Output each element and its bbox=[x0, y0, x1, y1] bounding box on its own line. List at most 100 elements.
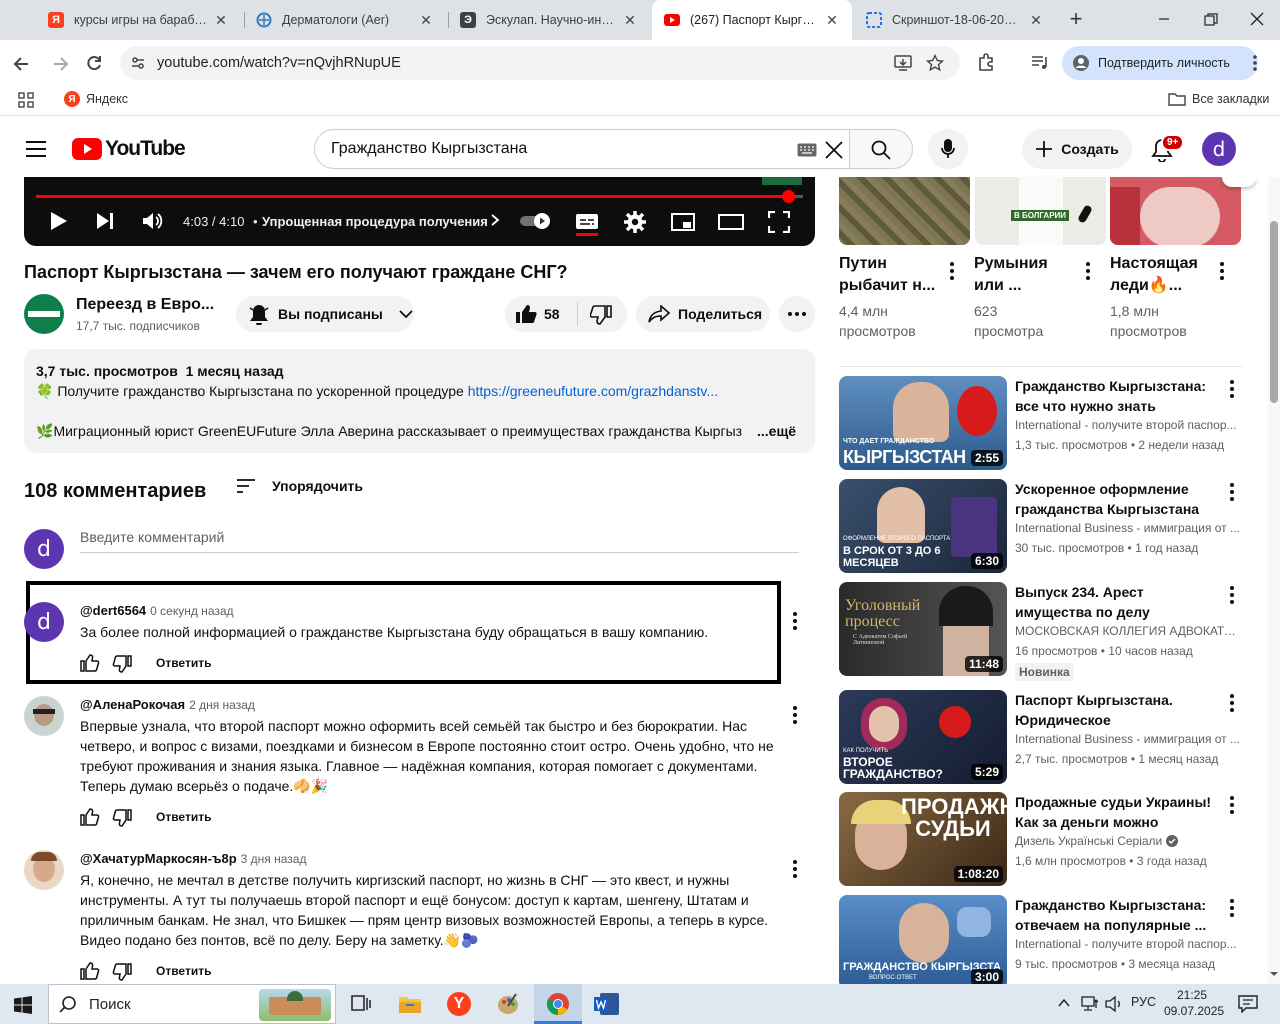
related-title[interactable]: Выпуск 234. Арест имущества по делу воен… bbox=[1015, 582, 1215, 622]
bookmark-yandex[interactable]: Я Яндекс bbox=[64, 91, 128, 107]
new-tab-icon[interactable]: + bbox=[1064, 8, 1088, 32]
voice-search-button[interactable] bbox=[928, 129, 968, 169]
comment-like-icon[interactable] bbox=[80, 962, 100, 980]
comment-like-icon[interactable] bbox=[80, 808, 100, 826]
related-menu-icon[interactable] bbox=[1230, 586, 1234, 604]
tray-chevron-up-icon[interactable] bbox=[1058, 998, 1070, 1008]
tab-5[interactable]: Скриншот-18-06-2025 1 ✕ bbox=[854, 0, 1056, 40]
yandex-browser-icon[interactable]: Y bbox=[447, 992, 471, 1016]
youtube-logo[interactable]: YouTube bbox=[72, 137, 186, 161]
page-scrollbar[interactable] bbox=[1268, 121, 1280, 984]
comment-dislike-icon[interactable] bbox=[112, 809, 132, 827]
share-button[interactable]: Поделиться bbox=[636, 296, 770, 332]
subtitles-icon[interactable] bbox=[575, 212, 599, 236]
related-channel[interactable]: International - получите второй паспор..… bbox=[1015, 937, 1241, 951]
progress-scrubber[interactable] bbox=[782, 190, 795, 203]
task-view-icon[interactable] bbox=[351, 995, 371, 1013]
tab-3[interactable]: Э Эскулап. Научно-информ ✕ bbox=[448, 0, 650, 40]
fullscreen-icon[interactable] bbox=[768, 211, 790, 233]
comment-avatar[interactable] bbox=[24, 850, 64, 890]
clear-search-icon[interactable] bbox=[824, 140, 844, 160]
chrome-menu-icon[interactable] bbox=[1252, 54, 1258, 72]
short-thumbnail[interactable]: В БОЛГАРИИ bbox=[975, 177, 1106, 245]
play-icon[interactable] bbox=[50, 211, 68, 231]
related-title[interactable]: Паспорт Кыргызстана. Юридическое сопрово… bbox=[1015, 690, 1215, 730]
volume-icon[interactable] bbox=[142, 211, 164, 231]
media-control-icon[interactable] bbox=[1030, 52, 1050, 72]
input-language[interactable]: РУС bbox=[1131, 995, 1156, 1009]
tab-1[interactable]: Я курсы игры на барабанах ✕ bbox=[36, 0, 241, 40]
scrollbar-thumb[interactable] bbox=[1270, 221, 1278, 403]
comment-avatar[interactable]: d bbox=[24, 602, 64, 642]
video-thumbnail[interactable]: ГРАЖДАНСТВО КЫРГЫЗСТА ВОПРОС-ОТВЕТ 3:00 bbox=[839, 895, 1007, 984]
short-thumbnail[interactable] bbox=[839, 177, 970, 245]
restore-icon[interactable] bbox=[1203, 12, 1219, 28]
comment-menu-icon[interactable] bbox=[793, 612, 797, 630]
reply-button[interactable]: Ответить bbox=[156, 810, 211, 824]
video-player[interactable]: 4:03 / 4:10 • Упрощенная процедура получ… bbox=[24, 177, 815, 246]
related-video[interactable]: Уголовный процесс С Адвокатом Софьей Лит… bbox=[839, 582, 1242, 681]
short-menu-icon[interactable] bbox=[1086, 262, 1090, 280]
tab-4-active[interactable]: (267) Паспорт Кыргызстан ✕ bbox=[652, 0, 852, 40]
related-video[interactable]: ПРОДАЖНЫЕ СУДЬИ 1:08:20 Продажные судьи … bbox=[839, 792, 1242, 886]
keyboard-icon[interactable] bbox=[797, 143, 817, 157]
address-bar[interactable]: youtube.com/watch?v=nQvjhRNupUE bbox=[120, 46, 960, 80]
speaker-icon[interactable] bbox=[1105, 996, 1123, 1012]
comment-avatar[interactable] bbox=[24, 696, 64, 736]
description-link[interactable]: https://greeneufuture.com/grazhdanstv... bbox=[468, 383, 718, 399]
related-menu-icon[interactable] bbox=[1230, 694, 1234, 712]
search-input[interactable]: Гражданство Кыргызстана bbox=[314, 129, 850, 169]
back-icon[interactable] bbox=[12, 54, 32, 74]
extensions-icon[interactable] bbox=[976, 52, 996, 72]
dislike-button[interactable] bbox=[590, 305, 612, 325]
video-thumbnail[interactable]: КАК ПОЛУЧИТЬ ВТОРОЕ ГРАЖДАНСТВО? 5:29 bbox=[839, 690, 1007, 784]
related-video[interactable]: ГРАЖДАНСТВО КЫРГЫЗСТА ВОПРОС-ОТВЕТ 3:00 … bbox=[839, 895, 1242, 984]
comment-time[interactable]: 0 секунд назад bbox=[150, 604, 233, 618]
close-tab-icon[interactable]: ✕ bbox=[418, 12, 434, 29]
comment-author[interactable]: @АленаРокочая bbox=[80, 697, 185, 712]
settings-gear-icon[interactable] bbox=[624, 211, 646, 233]
windows-start-icon[interactable] bbox=[14, 996, 32, 1014]
search-button[interactable] bbox=[849, 129, 913, 169]
related-menu-icon[interactable] bbox=[1230, 483, 1234, 501]
create-button[interactable]: Создать bbox=[1022, 129, 1132, 169]
reload-icon[interactable] bbox=[84, 53, 104, 73]
related-video[interactable]: ОФОРМЛЕНИЕ ВТОРОГО ПАСПОРТА В СРОК ОТ 3 … bbox=[839, 479, 1242, 573]
close-window-icon[interactable] bbox=[1249, 11, 1265, 27]
like-button[interactable] bbox=[515, 304, 537, 324]
all-bookmarks[interactable]: Все закладки bbox=[1168, 91, 1269, 107]
related-channel[interactable]: МОСКОВСКАЯ КОЛЛЕГИЯ АДВОКАТО... bbox=[1015, 624, 1241, 638]
related-video[interactable]: КАК ПОЛУЧИТЬ ВТОРОЕ ГРАЖДАНСТВО? 5:29 Па… bbox=[839, 690, 1242, 784]
related-channel[interactable]: International Business - иммиграция от .… bbox=[1015, 732, 1241, 746]
file-explorer-icon[interactable] bbox=[398, 994, 422, 1014]
close-tab-icon[interactable]: ✕ bbox=[824, 12, 840, 29]
word-icon[interactable] bbox=[594, 992, 620, 1016]
related-menu-icon[interactable] bbox=[1230, 380, 1234, 398]
network-icon[interactable] bbox=[1080, 996, 1100, 1012]
chapter-title[interactable]: Упрощенная процедура получения ... bbox=[262, 214, 488, 229]
taskbar-clock[interactable]: 21:25 09.07.2025 bbox=[1164, 987, 1224, 1019]
related-menu-icon[interactable] bbox=[1230, 796, 1234, 814]
scroll-down-arrow-icon[interactable] bbox=[1268, 969, 1280, 979]
comment-input[interactable]: Введите комментарий bbox=[80, 529, 799, 553]
miniplayer-icon[interactable] bbox=[671, 213, 695, 231]
comment-time[interactable]: 2 дня назад bbox=[189, 698, 255, 712]
account-avatar[interactable]: d bbox=[1202, 132, 1236, 166]
short-title[interactable]: Настоящая леди🔥... bbox=[1110, 253, 1210, 297]
video-thumbnail[interactable]: ОФОРМЛЕНИЕ ВТОРОГО ПАСПОРТА В СРОК ОТ 3 … bbox=[839, 479, 1007, 573]
channel-name[interactable]: Переезд в Евро... bbox=[76, 296, 214, 314]
related-video[interactable]: ЧТО ДАЕТ ГРАЖДАНСТВО КЫРГЫЗСТАН 2:55 Гра… bbox=[839, 376, 1242, 470]
comment-menu-icon[interactable] bbox=[793, 706, 797, 724]
close-tab-icon[interactable]: ✕ bbox=[1028, 12, 1044, 29]
install-app-icon[interactable] bbox=[894, 55, 912, 71]
autoplay-toggle[interactable] bbox=[520, 213, 552, 229]
video-thumbnail[interactable]: Уголовный процесс С Адвокатом Софьей Лит… bbox=[839, 582, 1007, 676]
short-title[interactable]: Путин рыбачит н... bbox=[839, 253, 939, 297]
video-thumbnail[interactable]: ЧТО ДАЕТ ГРАЖДАНСТВО КЫРГЫЗСТАН 2:55 bbox=[839, 376, 1007, 470]
sort-comments-button[interactable]: Упорядочить bbox=[236, 478, 363, 494]
taskbar-search[interactable]: Поиск bbox=[48, 984, 336, 1024]
close-tab-icon[interactable]: ✕ bbox=[622, 12, 638, 29]
site-info-icon[interactable] bbox=[130, 55, 146, 71]
related-title[interactable]: Ускоренное оформление гражданства Кыргыз… bbox=[1015, 479, 1215, 519]
forward-icon[interactable] bbox=[50, 54, 70, 74]
